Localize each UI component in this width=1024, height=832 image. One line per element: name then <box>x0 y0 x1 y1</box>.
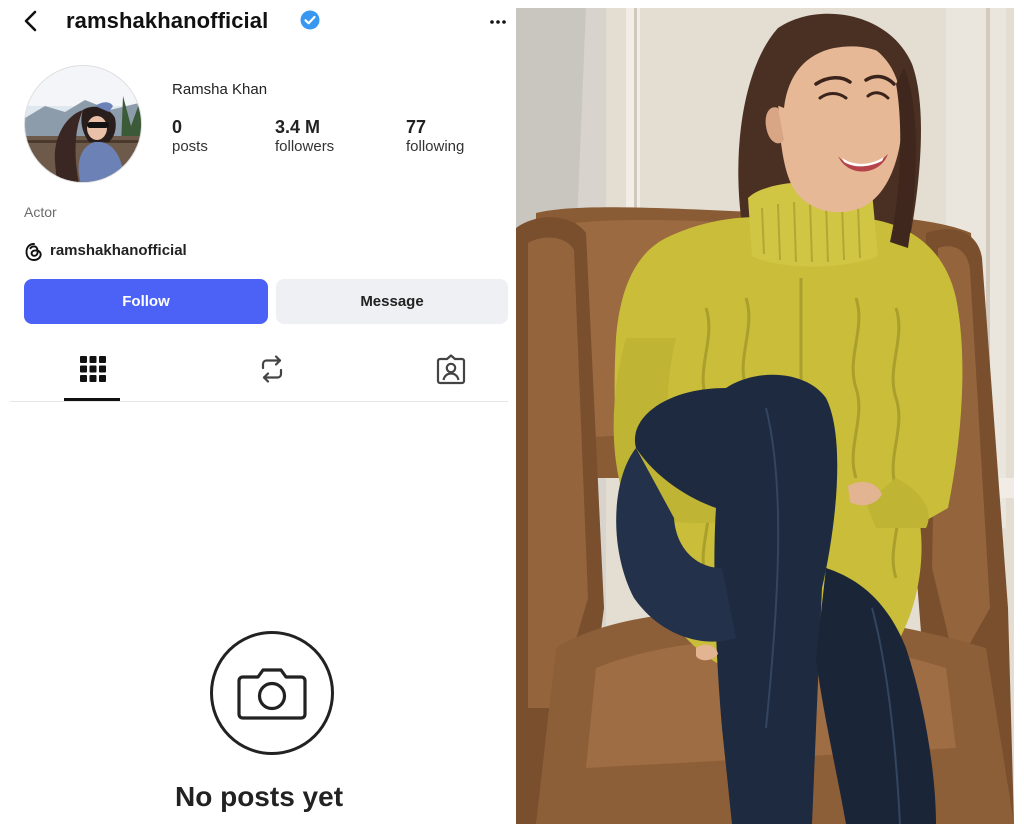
camera-icon <box>237 668 307 720</box>
photo-illustration <box>516 8 1014 824</box>
followers-stat[interactable]: 3.4 M followers <box>275 116 334 156</box>
threads-handle: ramshakhanofficial <box>50 242 187 259</box>
back-arrow-icon[interactable] <box>20 10 42 32</box>
profile-screenshot: ramshakhanofficial Ramsha Khan 0 posts 3… <box>10 8 508 824</box>
profile-avatar[interactable] <box>24 65 142 183</box>
following-stat[interactable]: 77 following <box>406 116 464 156</box>
following-count: 77 <box>406 117 427 137</box>
avatar-photo <box>25 66 141 182</box>
following-label: following <box>406 138 465 155</box>
portrait-photo <box>516 8 1014 824</box>
posts-count: 0 <box>172 117 183 137</box>
tab-divider <box>10 401 508 402</box>
message-button[interactable]: Message <box>276 279 508 324</box>
profile-bio: Actor <box>24 204 57 220</box>
profile-header: ramshakhanofficial <box>10 8 508 34</box>
followers-label: followers <box>275 138 335 155</box>
followers-count: 3.4 M <box>275 117 321 137</box>
follow-button[interactable]: Follow <box>24 279 268 324</box>
tagged-icon[interactable] <box>434 352 468 386</box>
posts-stat[interactable]: 0 posts <box>172 116 208 156</box>
threads-icon <box>25 243 42 261</box>
more-options-icon[interactable] <box>488 12 506 26</box>
verified-badge-icon <box>300 10 320 30</box>
posts-label: posts <box>172 138 208 155</box>
no-posts-text: No posts yet <box>174 781 344 812</box>
reposts-icon[interactable] <box>255 352 289 386</box>
grid-icon[interactable] <box>76 352 110 386</box>
profile-display-name: Ramsha Khan <box>172 81 268 98</box>
profile-username: ramshakhanofficial <box>66 8 269 33</box>
empty-state-circle <box>210 631 334 755</box>
